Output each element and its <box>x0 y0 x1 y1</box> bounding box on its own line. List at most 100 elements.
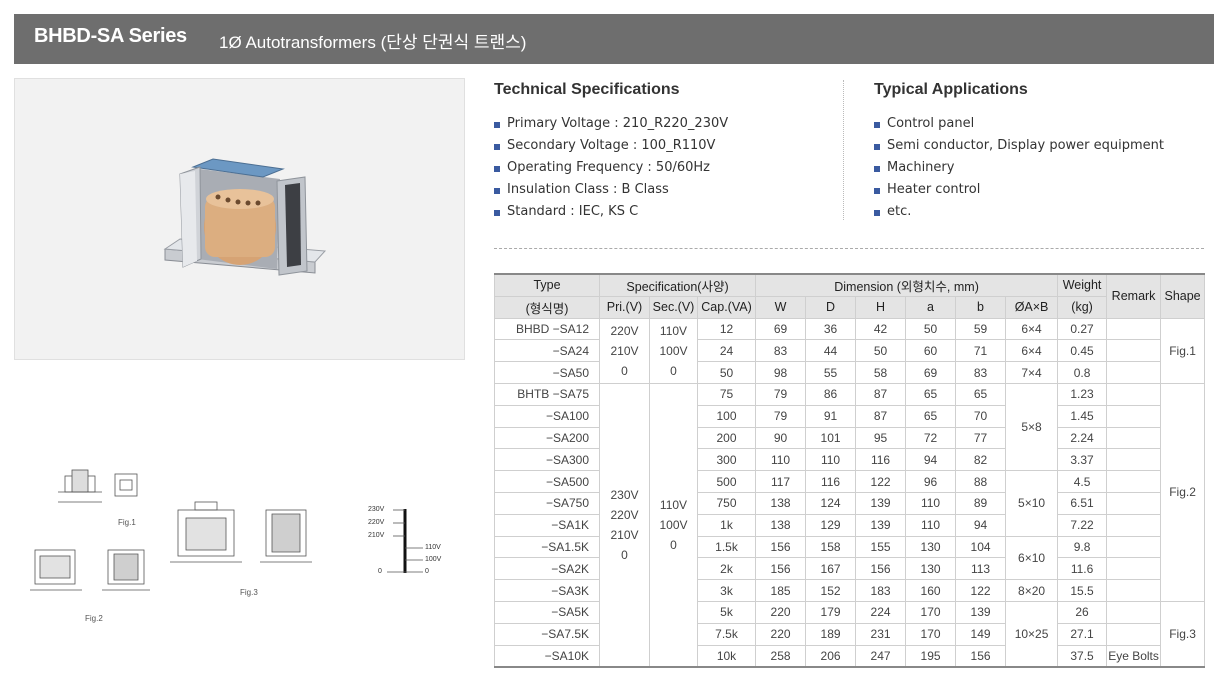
cell-w: 220 <box>755 622 807 646</box>
dimension-drawings <box>30 469 312 591</box>
cell-cap: 750 <box>696 491 757 515</box>
spec-item: Standard : IEC, KS C <box>494 201 728 223</box>
th-h: H <box>855 295 907 319</box>
voltage-label: 0 <box>425 568 429 575</box>
cell-a: 69 <box>905 361 957 384</box>
fig1-label: Fig.1 <box>118 518 136 527</box>
th-weight: Weight <box>1057 273 1108 297</box>
cell-weight: 0.27 <box>1057 317 1108 341</box>
cell-type: −SA200 <box>494 426 600 450</box>
cell-h: 155 <box>855 535 907 559</box>
cell-h: 95 <box>855 426 907 450</box>
cell-type: −SA300 <box>494 448 600 472</box>
cell-h: 122 <box>855 470 907 493</box>
cell-h: 139 <box>855 513 907 537</box>
th-type: Type <box>494 273 600 297</box>
cell-d: 158 <box>805 535 857 559</box>
cell-weight: 15.5 <box>1057 579 1108 602</box>
th-pri: Pri.(V) <box>599 295 650 319</box>
cell-w: 138 <box>755 513 807 537</box>
cell-w: 98 <box>755 361 807 384</box>
cell-cap: 2k <box>696 557 757 581</box>
cell-ab: 7×4 <box>1005 361 1059 384</box>
cell-remark <box>1106 404 1162 428</box>
cell-d: 110 <box>805 448 857 472</box>
cell-b: 149 <box>955 622 1007 646</box>
cell-a: 170 <box>905 622 957 646</box>
cell-a: 195 <box>905 644 957 668</box>
cell-h: 87 <box>855 382 907 406</box>
pri-value: 0 <box>621 548 628 563</box>
cell-ab: 6×10 <box>1005 535 1059 581</box>
cell-w: 220 <box>755 600 807 624</box>
application-item: etc. <box>874 201 1164 223</box>
cell-remark <box>1106 622 1162 646</box>
th-dimension: Dimension (외형치수, mm) <box>755 273 1059 297</box>
cell-w: 83 <box>755 339 807 363</box>
cell-w: 69 <box>755 317 807 341</box>
cell-cap: 12 <box>696 317 757 341</box>
cell-d: 152 <box>805 579 857 602</box>
cell-type: −SA7.5K <box>494 622 600 646</box>
cell-type: −SA5K <box>494 600 600 624</box>
cell-cap: 5k <box>696 600 757 624</box>
cell-d: 86 <box>805 382 857 406</box>
cell-d: 44 <box>805 339 857 363</box>
cell-ab: 5×8 <box>1005 382 1059 472</box>
cell-a: 130 <box>905 557 957 581</box>
cell-weight: 0.45 <box>1057 339 1108 363</box>
cell-d: 55 <box>805 361 857 384</box>
cell-weight: 1.45 <box>1057 404 1108 428</box>
pri-value: 0 <box>621 363 628 378</box>
cell-weight: 27.1 <box>1057 622 1108 646</box>
table-row: BHTB −SA75 230V 220V 210V 0 110V 100V 0 … <box>494 382 1206 668</box>
cell-a: 72 <box>905 426 957 450</box>
th-b: b <box>955 295 1007 319</box>
cell-w: 79 <box>755 382 807 406</box>
cell-weight: 3.37 <box>1057 448 1108 472</box>
cell-shape: Fig.2 <box>1160 382 1206 602</box>
spec-item: Secondary Voltage : 100_R110V <box>494 135 728 157</box>
wiring-diagram <box>387 509 423 573</box>
cell-b: 122 <box>955 579 1007 602</box>
cell-a: 110 <box>905 513 957 537</box>
page-header: BHBD-SA Series 1Ø Autotransformers (단상 단… <box>14 14 1214 64</box>
spec-item: Insulation Class : B Class <box>494 179 728 201</box>
th-spec: Specification(사양) <box>598 273 757 297</box>
cell-h: 183 <box>855 579 907 602</box>
sec-value: 100V <box>659 518 688 533</box>
cell-d: 129 <box>805 513 857 537</box>
spec-table: Type Specification(사양) Dimension (외형치수, … <box>494 273 1206 669</box>
cell-remark <box>1106 557 1162 581</box>
cell-remark <box>1106 361 1162 384</box>
cell-weight: 4.5 <box>1057 470 1108 493</box>
dashed-separator <box>494 248 1204 249</box>
cell-weight: 6.51 <box>1057 491 1108 515</box>
cell-type: −SA24 <box>494 339 600 363</box>
voltage-label: 0 <box>378 568 382 575</box>
cell-a: 170 <box>905 600 957 624</box>
cell-type: BHBD −SA12 <box>494 317 600 341</box>
cell-d: 101 <box>805 426 857 450</box>
fig3-label: Fig.3 <box>240 588 258 597</box>
cell-b: 70 <box>955 404 1007 428</box>
spec-item: Operating Frequency : 50/60Hz <box>494 157 728 179</box>
cell-weight: 2.24 <box>1057 426 1108 450</box>
cell-a: 50 <box>905 317 957 341</box>
cell-pri: 220V 210V 0 <box>599 317 650 384</box>
th-a: a <box>905 295 957 319</box>
application-item: Heater control <box>874 179 1164 201</box>
th-d: D <box>805 295 857 319</box>
sec-value: 110V <box>659 498 688 513</box>
cell-weight: 9.8 <box>1057 535 1108 559</box>
cell-w: 138 <box>755 491 807 515</box>
cell-sec: 110V 100V 0 <box>649 317 698 384</box>
cell-cap: 100 <box>696 404 757 428</box>
product-photo-panel <box>14 78 465 360</box>
series-title: BHBD-SA Series <box>34 25 187 47</box>
cell-d: 36 <box>805 317 857 341</box>
th-sec: Sec.(V) <box>649 295 698 319</box>
cell-b: 65 <box>955 382 1007 406</box>
cell-remark <box>1106 535 1162 559</box>
cell-type: −SA750 <box>494 491 600 515</box>
